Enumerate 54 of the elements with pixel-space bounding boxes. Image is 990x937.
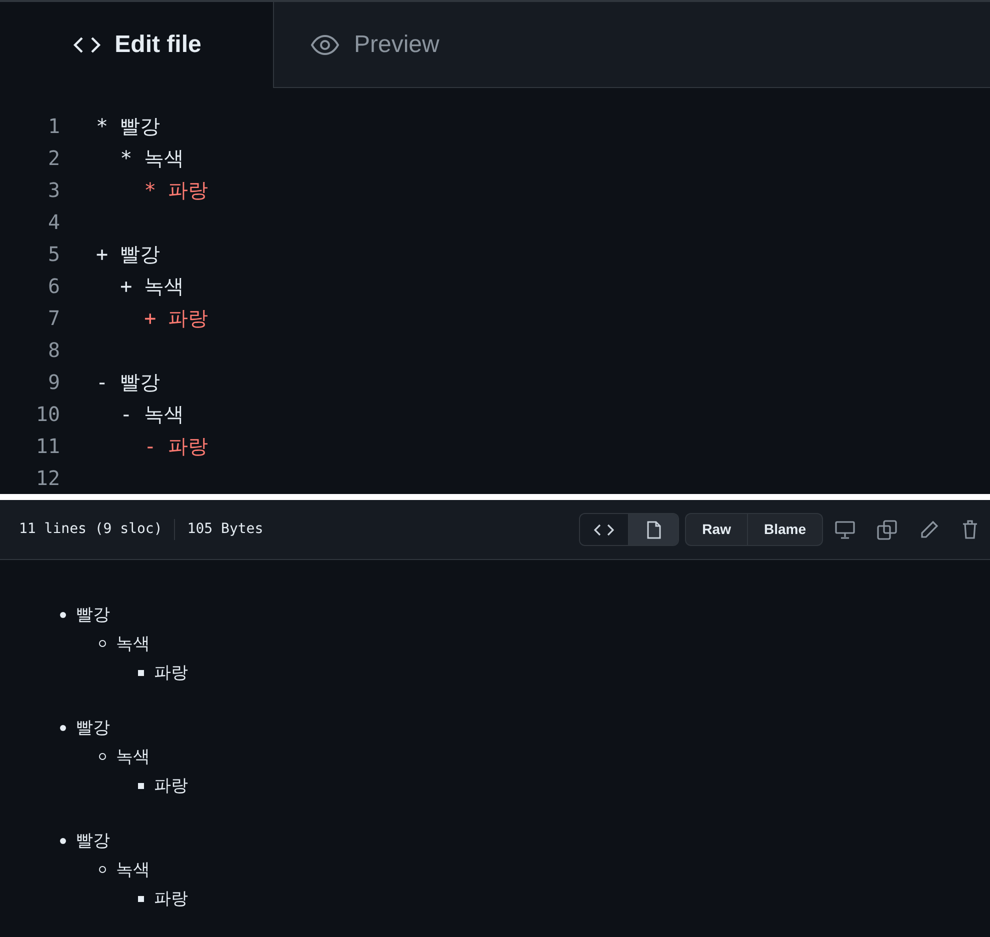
- code-icon: [594, 522, 614, 536]
- code-line: - 파랑: [143, 433, 208, 460]
- line-number: 9: [46, 369, 60, 396]
- tab[interactable]: Preview: [273, 2, 990, 88]
- line-number: 8: [46, 337, 60, 364]
- circle-bullet-icon: [99, 753, 106, 760]
- toolbar-button[interactable]: Raw: [686, 514, 747, 545]
- pencil-icon[interactable]: [920, 520, 939, 539]
- line-number: 3: [46, 177, 60, 204]
- list-item: 녹색: [116, 858, 150, 881]
- code-line: + 빨강: [96, 241, 160, 268]
- code-line: * 녹색: [119, 145, 184, 172]
- code-icon: [72, 35, 102, 55]
- file-size: 105 Bytes: [186, 520, 264, 539]
- code-line: - 녹색: [119, 401, 184, 428]
- file-view-button[interactable]: [629, 514, 678, 545]
- code-line: * 빨강: [96, 113, 160, 140]
- code-line: + 녹색: [119, 273, 184, 300]
- line-number: 10: [34, 401, 60, 428]
- list-item: 녹색: [116, 632, 150, 655]
- list-item: 파랑: [154, 662, 188, 684]
- line-count: 11 lines (9 sloc): [19, 519, 176, 540]
- bullet-icon: [60, 724, 66, 730]
- list-item: 파랑: [154, 774, 188, 797]
- line-number: 12: [34, 465, 60, 492]
- copy-icon[interactable]: [877, 520, 897, 540]
- line-number: 6: [46, 273, 60, 300]
- code-view-button[interactable]: [580, 514, 630, 545]
- line-number: 7: [46, 305, 60, 332]
- list-item: 파랑: [154, 888, 188, 910]
- code-line: - 빨강: [96, 369, 160, 396]
- code-line: * 파랑: [143, 177, 208, 204]
- circle-bullet-icon: [99, 866, 106, 873]
- line-number: 1: [46, 113, 60, 140]
- circle-bullet-icon: [99, 640, 106, 647]
- file-icon: [646, 520, 661, 538]
- desktop-icon[interactable]: [835, 520, 855, 538]
- line-number: 11: [34, 433, 60, 460]
- list-item: 빨강: [76, 604, 110, 626]
- eye-icon: [310, 34, 340, 54]
- line-number: 4: [46, 209, 60, 236]
- trash-icon[interactable]: [962, 520, 978, 539]
- line-number: 2: [46, 145, 60, 172]
- toolbar-button[interactable]: Blame: [746, 514, 822, 545]
- list-item: 빨강: [76, 716, 110, 739]
- line-number: 5: [46, 241, 60, 268]
- list-item: 녹색: [116, 746, 150, 768]
- square-bullet-icon: [138, 782, 144, 788]
- square-bullet-icon: [138, 670, 144, 676]
- bullet-icon: [60, 838, 66, 844]
- code-line: + 파랑: [143, 305, 208, 332]
- bullet-icon: [60, 612, 66, 618]
- square-bullet-icon: [138, 896, 144, 902]
- list-item: 빨강: [76, 830, 110, 852]
